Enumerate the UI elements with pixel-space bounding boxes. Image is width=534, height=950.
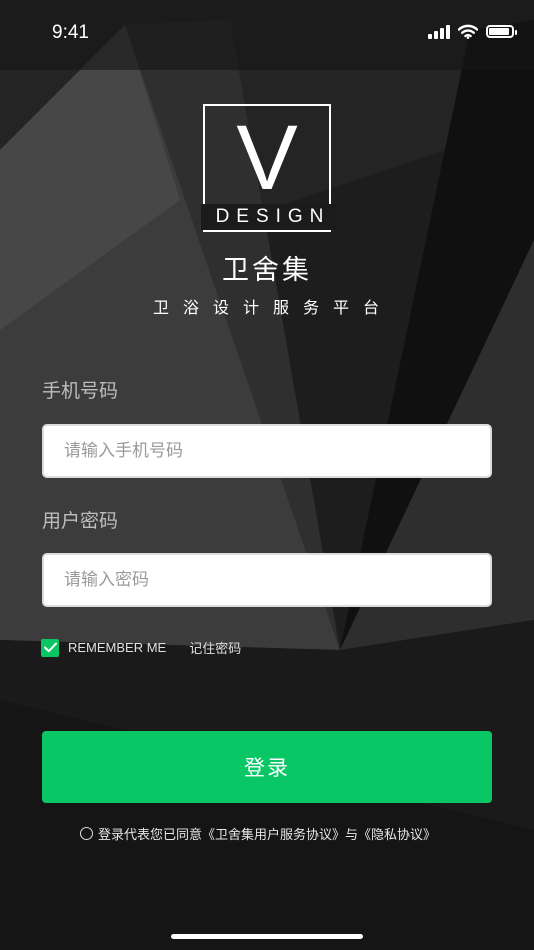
login-screen: V DESIGN 卫舍集 卫浴设计服务平台 手机号码 用户密码 REMEMBER… xyxy=(0,0,534,950)
battery-level xyxy=(489,28,509,35)
status-time: 9:41 xyxy=(52,22,89,43)
wifi-icon xyxy=(458,24,478,39)
password-input[interactable] xyxy=(42,553,492,607)
home-indicator xyxy=(171,934,363,939)
logo-letter: V xyxy=(236,107,298,209)
remember-checkbox[interactable] xyxy=(41,638,59,657)
phone-label: 手机号码 xyxy=(42,380,119,402)
brand-name: 卫舍集 xyxy=(222,255,312,286)
remember-label-cn: 记住密码 xyxy=(189,642,242,657)
brand-tagline: 卫浴设计服务平台 xyxy=(152,298,393,317)
remember-me-toggle[interactable]: REMEMBER ME 记住密码 xyxy=(41,638,241,657)
agreement-radio[interactable] xyxy=(80,827,93,840)
signal-icon xyxy=(428,24,450,39)
checkmark-icon xyxy=(43,642,57,653)
battery-icon xyxy=(486,25,517,38)
remember-label-en: REMEMBER ME xyxy=(68,640,167,655)
logo: V DESIGN xyxy=(201,104,337,232)
login-button[interactable]: 登录 xyxy=(42,731,492,803)
logo-word: DESIGN xyxy=(215,206,331,227)
status-icons xyxy=(428,24,517,39)
phone-input[interactable] xyxy=(42,424,492,478)
agreement-text[interactable]: 登录代表您已同意《卫舍集用户服务协议》与《隐私协议》 xyxy=(98,824,436,843)
status-bar: 9:41 xyxy=(0,0,534,66)
agreement: 登录代表您已同意《卫舍集用户服务协议》与《隐私协议》 xyxy=(80,824,436,843)
password-label: 用户密码 xyxy=(42,510,119,532)
